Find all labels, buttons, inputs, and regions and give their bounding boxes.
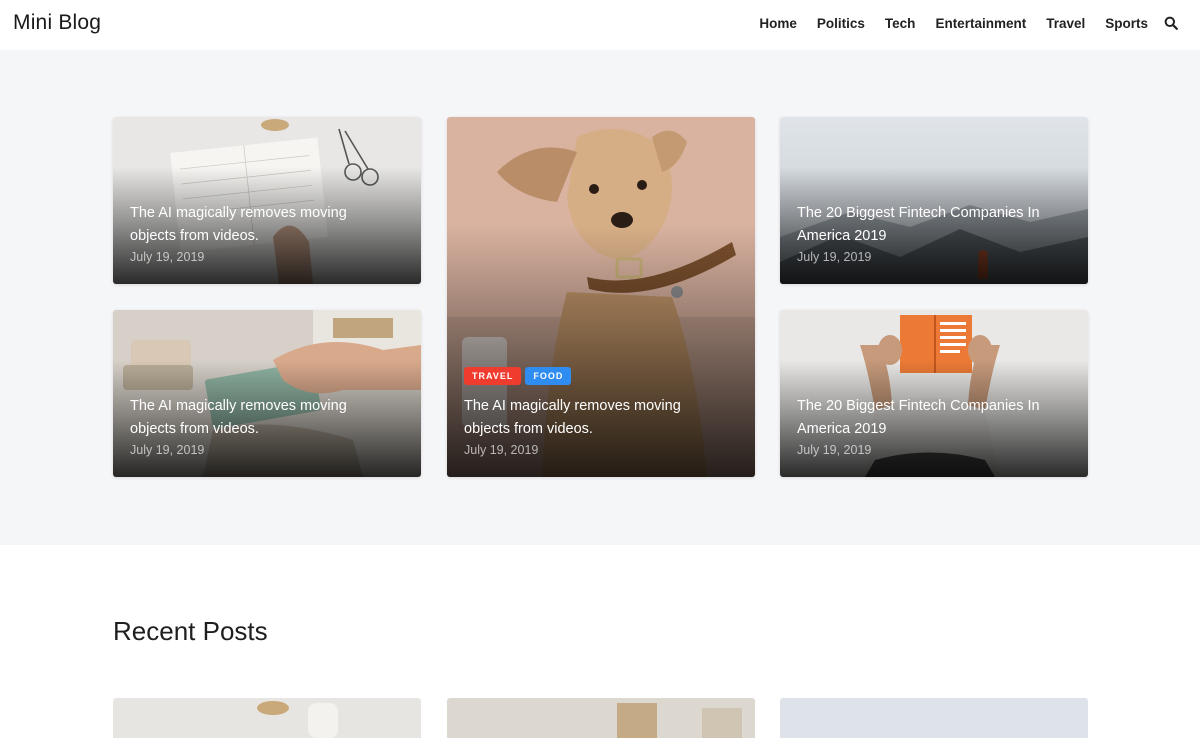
featured-post-card[interactable]: The AI magically removes moving objects … — [113, 310, 421, 477]
post-caption: The AI magically removes moving objects … — [130, 202, 391, 264]
post-image — [113, 698, 421, 738]
post-date: July 19, 2019 — [797, 250, 872, 264]
post-date: July 19, 2019 — [464, 443, 539, 457]
featured-post-card[interactable]: The 20 Biggest Fintech Companies In Amer… — [780, 117, 1088, 284]
recent-post-thumbnail[interactable] — [113, 698, 421, 738]
tag-travel[interactable]: TRAVEL — [464, 367, 522, 385]
recent-posts-heading: Recent Posts — [113, 616, 268, 646]
post-tags: TRAVEL FOOD — [464, 367, 725, 385]
recent-post-thumbnail[interactable] — [780, 698, 1088, 738]
nav-travel[interactable]: Travel — [1046, 16, 1085, 31]
nav-politics[interactable]: Politics — [817, 16, 865, 31]
tag-food[interactable]: FOOD — [525, 367, 572, 385]
nav-home[interactable]: Home — [759, 16, 797, 31]
post-title[interactable]: The AI magically removes moving objects … — [130, 202, 391, 247]
post-date: July 19, 2019 — [797, 443, 872, 457]
post-date: July 19, 2019 — [130, 443, 205, 457]
post-caption: The 20 Biggest Fintech Companies In Amer… — [797, 202, 1058, 264]
search-icon[interactable] — [1164, 16, 1180, 32]
post-title[interactable]: The 20 Biggest Fintech Companies In Amer… — [797, 202, 1058, 247]
post-caption: The AI magically removes moving objects … — [130, 395, 391, 457]
featured-post-card[interactable]: TRAVEL FOOD The AI magically removes mov… — [447, 117, 755, 477]
post-caption: The 20 Biggest Fintech Companies In Amer… — [797, 395, 1058, 457]
main-nav: Home Politics Tech Entertainment Travel … — [739, 15, 1180, 31]
post-date: July 19, 2019 — [130, 250, 205, 264]
nav-tech[interactable]: Tech — [885, 16, 916, 31]
featured-post-card[interactable]: The 20 Biggest Fintech Companies In Amer… — [780, 310, 1088, 477]
post-caption: TRAVEL FOOD The AI magically removes mov… — [464, 367, 725, 457]
post-title[interactable]: The AI magically removes moving objects … — [464, 395, 725, 440]
post-title[interactable]: The 20 Biggest Fintech Companies In Amer… — [797, 395, 1058, 440]
post-image — [780, 698, 1088, 738]
featured-post-card[interactable]: The AI magically removes moving objects … — [113, 117, 421, 284]
post-image — [447, 698, 755, 738]
site-logo[interactable]: Mini Blog — [13, 11, 101, 35]
nav-entertainment[interactable]: Entertainment — [935, 16, 1026, 31]
post-title[interactable]: The AI magically removes moving objects … — [130, 395, 391, 440]
nav-sports[interactable]: Sports — [1105, 16, 1148, 31]
recent-post-thumbnail[interactable] — [447, 698, 755, 738]
site-header: Mini Blog Home Politics Tech Entertainme… — [0, 0, 1200, 50]
